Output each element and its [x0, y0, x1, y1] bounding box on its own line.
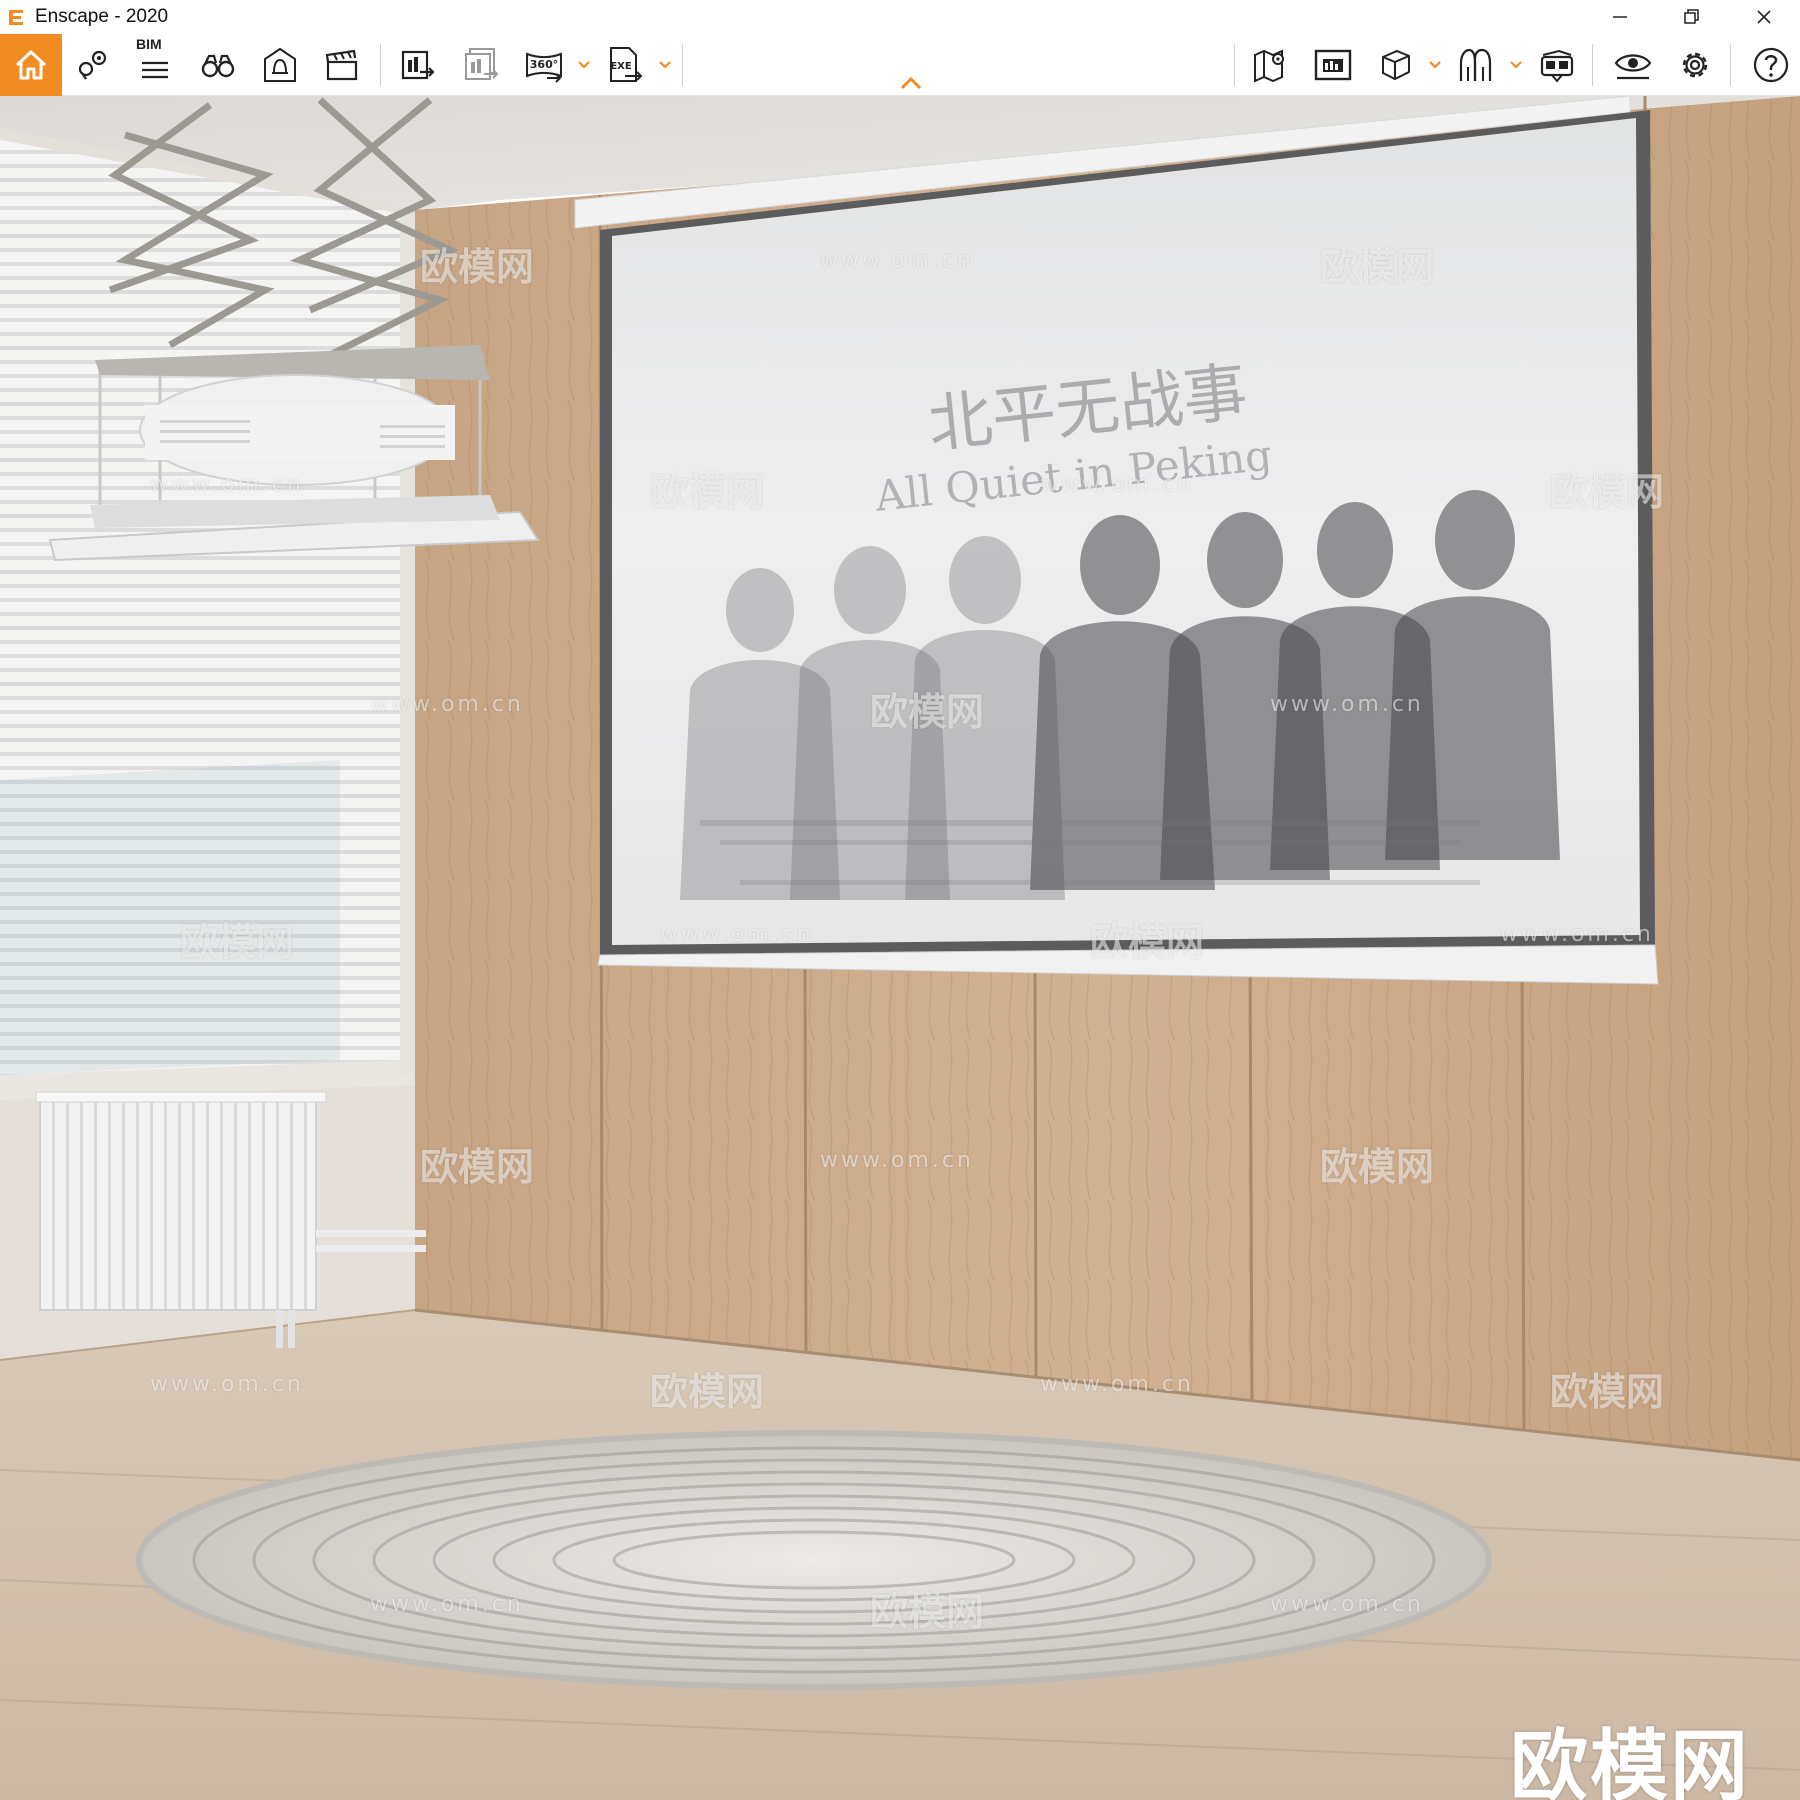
corner-watermark: 欧模网	[1510, 1722, 1751, 1800]
asset-library-button[interactable]	[1308, 40, 1358, 90]
toolbar-separator	[1592, 44, 1593, 86]
exe-dropdown-chevron-icon[interactable]	[657, 58, 673, 72]
settings-gear-icon	[1682, 52, 1708, 78]
asset-library-icon	[1314, 49, 1352, 81]
window-controls	[1584, 0, 1800, 34]
minimize-icon	[1613, 16, 1627, 18]
bell-house-icon	[264, 47, 296, 82]
minimize-button[interactable]	[1584, 0, 1656, 34]
render-viewport[interactable]: 北平无战事 All Quiet in Peking 欧模网 www.om.cn …	[0, 96, 1800, 1800]
views-icon	[1459, 48, 1492, 81]
location-button[interactable]	[67, 40, 117, 90]
settings-button[interactable]	[1670, 40, 1720, 90]
panorama-dropdown-chevron-icon[interactable]	[576, 58, 592, 72]
video-editor-button[interactable]	[317, 40, 367, 90]
close-button[interactable]	[1728, 0, 1800, 34]
walk-fly-button[interactable]	[193, 40, 243, 90]
toolbar-separator	[682, 44, 683, 86]
map-pin-icon	[1254, 49, 1284, 83]
vr-headset-icon	[1540, 49, 1574, 83]
exe-export-icon: EXE	[610, 47, 643, 82]
title-bar: Enscape - 2020	[0, 0, 1800, 34]
help-icon	[1753, 47, 1789, 83]
collapse-toolbar-button[interactable]	[894, 72, 928, 94]
clapperboard-icon	[325, 49, 358, 81]
panorama-button[interactable]: 360°	[519, 40, 569, 90]
restore-button[interactable]	[1656, 0, 1728, 34]
restore-icon	[1684, 9, 1699, 24]
toolbar-separator	[380, 44, 381, 86]
bim-button[interactable]	[130, 40, 180, 90]
visual-settings-button[interactable]	[1608, 40, 1658, 90]
home-icon	[15, 50, 47, 80]
export-screenshot-icon	[401, 50, 435, 80]
scene-render: 北平无战事 All Quiet in Peking	[0, 96, 1800, 1800]
vr-button[interactable]	[1532, 40, 1582, 90]
object-view-button[interactable]	[1370, 40, 1420, 90]
exe-export-button[interactable]: EXE	[600, 40, 650, 90]
chevron-up-icon	[900, 76, 922, 90]
location-pin-icon	[78, 50, 107, 80]
close-icon	[1757, 10, 1771, 24]
enscape-toolbar: BIM 360° EXE	[0, 34, 1800, 96]
help-button[interactable]	[1746, 40, 1796, 90]
toolbar-separator	[1730, 44, 1731, 86]
bim-info-icon	[142, 61, 168, 79]
sync-views-button[interactable]	[255, 40, 305, 90]
visual-settings-eye-icon	[1614, 54, 1652, 80]
toolbar-separator	[1234, 44, 1235, 86]
enscape-logo-icon	[9, 10, 23, 25]
binoculars-icon	[201, 54, 235, 78]
panorama-label: 360°	[530, 58, 558, 71]
views-dropdown-chevron-icon[interactable]	[1508, 58, 1524, 72]
map-button[interactable]	[1246, 40, 1296, 90]
batch-render-icon	[465, 48, 499, 80]
batch-render-button[interactable]	[456, 40, 506, 90]
window-title: Enscape - 2020	[35, 6, 169, 27]
export-screenshot-button[interactable]	[393, 40, 443, 90]
object-view-dropdown-chevron-icon[interactable]	[1427, 58, 1443, 72]
cube-view-icon	[1382, 49, 1410, 81]
home-button[interactable]	[0, 34, 62, 96]
panorama-360-icon: 360°	[526, 52, 562, 83]
views-button[interactable]	[1451, 40, 1501, 90]
exe-label: EXE	[610, 61, 632, 72]
